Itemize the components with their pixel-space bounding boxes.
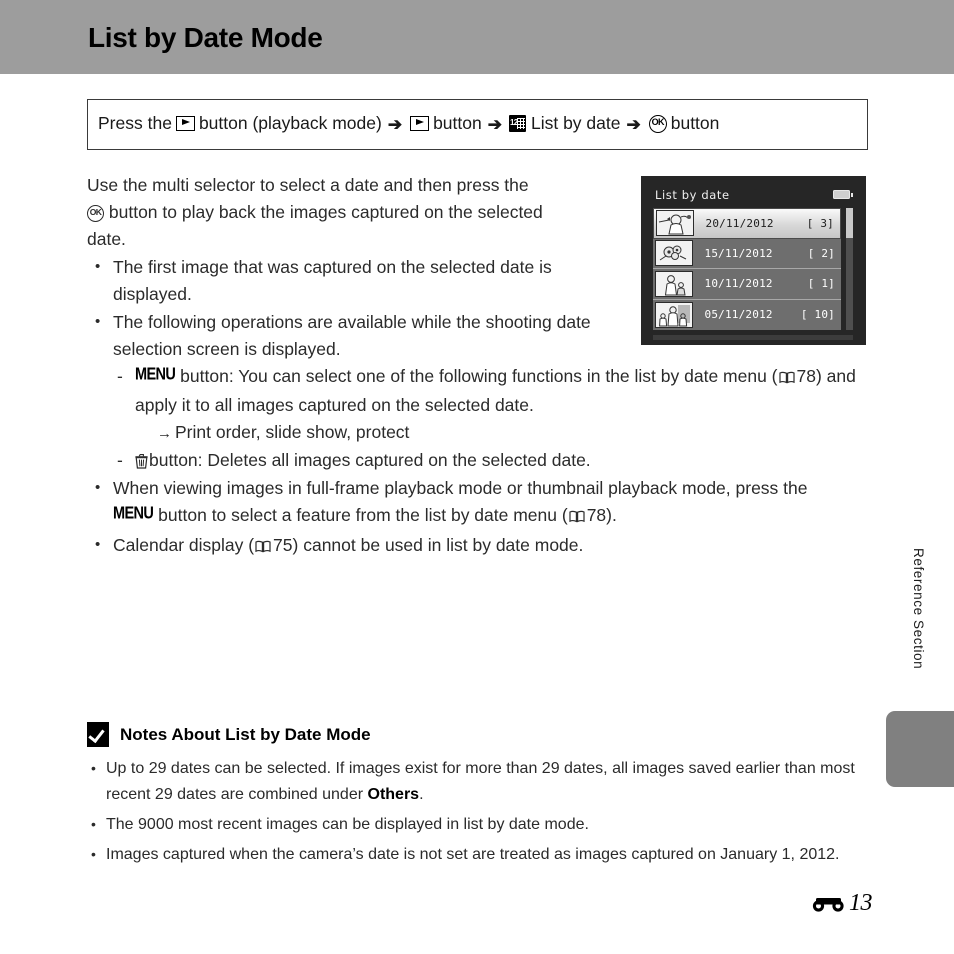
page-title: List by Date Mode xyxy=(88,22,323,53)
navigation-path-box: Press the button (playback mode) ➔ butto… xyxy=(87,99,868,150)
playback-icon xyxy=(410,116,430,131)
sub-bullet-list: MENU button: You can select one of the f… xyxy=(113,363,856,474)
bullet-4-text-b: ) cannot be used in list by date mode. xyxy=(292,535,584,555)
body-content: Use the multi selector to select a date … xyxy=(87,172,877,559)
nav-segment1-label: button (playback mode) xyxy=(198,113,382,133)
bullet-2-text: The following operations are available w… xyxy=(113,312,591,359)
page-number: 13 xyxy=(849,890,873,916)
bullet-3-text-c: ). xyxy=(606,505,617,525)
arrow-right-icon: ➔ xyxy=(626,115,641,134)
list-item: When viewing images in full-frame playba… xyxy=(87,474,877,531)
notes-title: Notes About List by Date Mode xyxy=(120,724,371,744)
bullet-4-ref-page: 75 xyxy=(273,535,293,555)
sub-list-item-menu: MENU button: You can select one of the f… xyxy=(113,363,895,447)
menu-button-icon: MENU xyxy=(135,365,176,385)
list-item: The following operations are available w… xyxy=(87,308,856,474)
note-3-text: Images captured when the camera’s date i… xyxy=(106,846,840,863)
calendar-icon-grid xyxy=(516,118,525,129)
bullet-3-ref-page: 78 xyxy=(586,505,607,525)
nav-segment2-label: button xyxy=(433,113,482,133)
section-vertical-label: Reference Section xyxy=(911,548,926,670)
intro-line2: button to play back the images captured … xyxy=(108,202,543,222)
sub-list-item-delete: button: Deletes all images captured on t… xyxy=(113,447,895,474)
list-item: Calendar display ( 75) cannot be used in … xyxy=(87,531,877,559)
section-e-icon xyxy=(811,895,847,912)
page-footer: 13 xyxy=(811,890,873,917)
sub-arrow-note: → Print order, slide show, protect xyxy=(135,419,895,447)
navigation-path-line: Press the button (playback mode) ➔ butto… xyxy=(97,113,720,134)
sub-delete-text: button: Deletes all images captured on t… xyxy=(149,450,591,470)
note-2-text: The 9000 most recent images can be displ… xyxy=(106,816,589,833)
section-tab-marker xyxy=(886,711,954,787)
ok-button-icon xyxy=(648,114,667,133)
arrow-right-icon: ➔ xyxy=(387,115,403,134)
note-1-bold: Others xyxy=(367,786,420,803)
main-bullet-list: The first image that was captured on the… xyxy=(87,253,877,559)
notes-section: Notes About List by Date Mode Up to 29 d… xyxy=(87,722,877,872)
nav-segment4-label: button xyxy=(670,113,720,133)
arrow-right-small-icon: → xyxy=(157,425,172,442)
calendar-12-icon: 12 xyxy=(508,115,526,132)
bullet-3-text-a: When viewing images in full-frame playba… xyxy=(113,478,808,498)
playback-icon xyxy=(175,116,195,131)
sub-menu-ref-page: 78 xyxy=(796,366,816,386)
sub-arrow-note-text: Print order, slide show, protect xyxy=(175,422,410,442)
list-item: The first image that was captured on the… xyxy=(87,253,633,308)
book-reference-icon xyxy=(569,504,585,523)
bullet-3-text-b: button to select a feature from the list… xyxy=(158,505,568,525)
note-1-text-b: . xyxy=(419,786,424,803)
intro-line1: Use the multi selector to select a date … xyxy=(87,175,529,195)
intro-paragraph: Use the multi selector to select a date … xyxy=(87,172,627,253)
book-reference-icon xyxy=(778,365,795,384)
notes-header: Notes About List by Date Mode xyxy=(87,722,877,747)
intro-line3: date. xyxy=(87,229,126,249)
note-1-text-a: Up to 29 dates can be selected. If image… xyxy=(106,760,855,803)
ok-button-icon xyxy=(87,204,104,222)
arrow-right-icon: ➔ xyxy=(487,115,502,134)
list-item: Images captured when the camera’s date i… xyxy=(87,841,877,868)
caution-checkmark-icon xyxy=(87,722,109,747)
bullet-1-text: The first image that was captured on the… xyxy=(113,257,552,304)
nav-prefix-label: Press the xyxy=(98,113,172,133)
list-item: The 9000 most recent images can be displ… xyxy=(87,811,877,838)
menu-button-icon: MENU xyxy=(113,504,154,524)
list-item: Up to 29 dates can be selected. If image… xyxy=(87,755,877,808)
notes-bullet-list: Up to 29 dates can be selected. If image… xyxy=(87,755,877,868)
nav-segment3-label: List by date xyxy=(530,113,621,133)
sub-menu-text-a: button: You can select one of the follow… xyxy=(180,366,778,386)
bullet-4-text-a: Calendar display ( xyxy=(113,535,255,555)
book-reference-icon xyxy=(255,534,271,553)
trash-icon xyxy=(135,450,148,469)
